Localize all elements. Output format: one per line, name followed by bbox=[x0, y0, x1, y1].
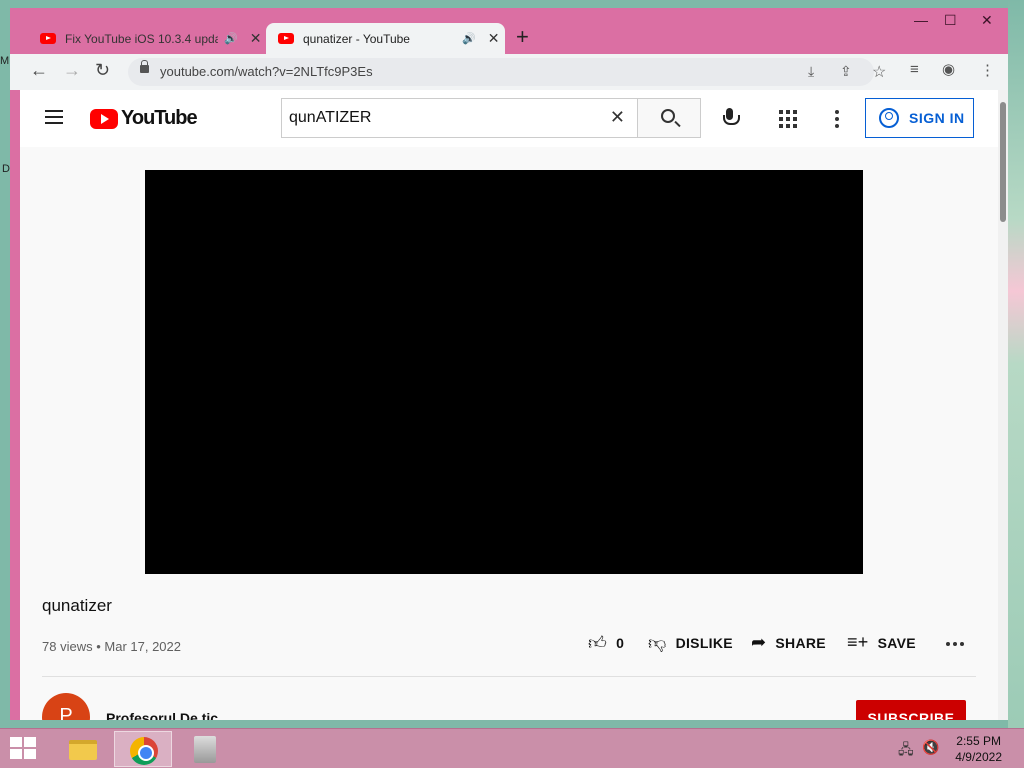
reload-icon[interactable]: ↻ bbox=[95, 60, 110, 81]
upload-date: Mar 17, 2022 bbox=[104, 639, 181, 654]
thumbs-down-icon: 👎︎ bbox=[648, 633, 667, 653]
close-tab-icon[interactable]: ✕ bbox=[250, 30, 262, 47]
folder-icon bbox=[69, 740, 97, 760]
video-title: qunatizer bbox=[42, 596, 112, 615]
channel-name[interactable]: Profesorul De tic bbox=[106, 710, 218, 720]
save-button[interactable]: ≡+ SAVE bbox=[847, 632, 916, 653]
speaker-icon[interactable]: 🔊 bbox=[462, 32, 476, 45]
new-tab-button[interactable]: + bbox=[516, 24, 529, 50]
like-count: 0 bbox=[616, 635, 625, 651]
youtube-play-icon bbox=[90, 108, 118, 129]
video-meta: 78 views • Mar 17, 2022 bbox=[42, 639, 181, 654]
apps-grid-icon[interactable] bbox=[779, 110, 797, 128]
chrome-taskbar-button[interactable] bbox=[114, 731, 172, 767]
forward-icon[interactable]: → bbox=[63, 60, 81, 81]
tab-title: Fix YouTube iOS 10.3.4 updat bbox=[65, 31, 218, 46]
volume-muted-icon[interactable]: 🔇 bbox=[922, 739, 939, 756]
lock-icon[interactable] bbox=[140, 60, 149, 73]
youtube-page: YouTube qunATIZER ✕ SIGN IN qunatizer 78… bbox=[20, 90, 998, 720]
thumbs-up-icon: 👍︎ bbox=[588, 633, 608, 653]
page-scrollbar[interactable] bbox=[998, 90, 1008, 720]
share-button[interactable]: ➦ SHARE bbox=[751, 632, 826, 653]
more-actions-icon[interactable] bbox=[946, 642, 964, 646]
clock-time: 2:55 PM bbox=[956, 734, 1001, 748]
meta-separator: • bbox=[96, 639, 101, 654]
sign-in-label: SIGN IN bbox=[909, 110, 965, 126]
tab-fix-youtube[interactable]: Fix YouTube iOS 10.3.4 updat 🔊 ✕ bbox=[28, 23, 264, 54]
profile-icon[interactable]: ◉ bbox=[942, 60, 955, 78]
youtube-logo[interactable]: YouTube bbox=[90, 107, 198, 130]
playlist-add-icon: ≡+ bbox=[847, 632, 869, 652]
setup-taskbar-button[interactable] bbox=[176, 731, 234, 767]
installer-icon bbox=[194, 736, 216, 763]
dislike-label: DISLIKE bbox=[675, 635, 733, 651]
search-icon bbox=[661, 109, 675, 123]
hamburger-menu-icon[interactable] bbox=[45, 110, 63, 124]
close-window-button[interactable]: ✕ bbox=[981, 12, 993, 29]
youtube-masthead: YouTube qunATIZER ✕ SIGN IN bbox=[20, 90, 998, 147]
youtube-logo-text: YouTube bbox=[121, 107, 198, 129]
video-player[interactable] bbox=[145, 170, 863, 574]
youtube-favicon-icon bbox=[40, 33, 56, 44]
taskbar: 🖧 🔇 2:55 PM 4/9/2022 bbox=[0, 728, 1024, 768]
system-clock[interactable]: 2:55 PM 4/9/2022 bbox=[955, 733, 1002, 765]
settings-kebab-icon[interactable] bbox=[835, 110, 839, 131]
desktop-icon-fragment: M bbox=[0, 55, 10, 67]
tab-qunatizer[interactable]: qunatizer - YouTube 🔊 ✕ bbox=[266, 23, 505, 54]
file-explorer-taskbar-button[interactable] bbox=[52, 731, 110, 767]
windows-start-icon[interactable] bbox=[10, 737, 38, 761]
youtube-favicon-icon bbox=[278, 33, 294, 44]
share-label: SHARE bbox=[775, 634, 826, 651]
install-app-icon[interactable]: ⤓ bbox=[808, 63, 814, 80]
account-icon bbox=[879, 108, 899, 128]
browser-menu-icon[interactable]: ⋮ bbox=[980, 61, 995, 79]
view-count: 78 views bbox=[42, 639, 93, 654]
browser-toolbar: ← → ↻ youtube.com/watch?v=2NLTfc9P3Es ⤓ … bbox=[10, 54, 1008, 90]
dislike-button[interactable]: 👎︎ DISLIKE bbox=[648, 632, 733, 654]
clock-date: 4/9/2022 bbox=[955, 750, 1002, 764]
search-query[interactable]: qunATIZER bbox=[289, 109, 371, 127]
divider bbox=[42, 676, 976, 677]
clear-search-icon[interactable]: ✕ bbox=[610, 107, 625, 128]
chrome-icon bbox=[130, 737, 158, 765]
speaker-icon[interactable]: 🔊 bbox=[224, 32, 238, 45]
search-button[interactable] bbox=[637, 98, 701, 138]
url-text[interactable]: youtube.com/watch?v=2NLTfc9P3Es bbox=[160, 64, 373, 79]
scrollbar-thumb[interactable] bbox=[1000, 102, 1006, 222]
save-label: SAVE bbox=[877, 634, 916, 651]
maximize-button[interactable]: ☐ bbox=[944, 12, 957, 29]
bookmark-star-icon[interactable]: ☆ bbox=[872, 62, 886, 82]
like-button[interactable]: 👍︎ 0 bbox=[588, 632, 624, 654]
subscribe-button[interactable]: SUBSCRIBE bbox=[856, 700, 966, 720]
search-input[interactable]: qunATIZER ✕ bbox=[281, 98, 638, 138]
sign-in-button[interactable]: SIGN IN bbox=[865, 98, 974, 138]
browser-window: Fix YouTube iOS 10.3.4 updat 🔊 ✕ qunatiz… bbox=[10, 8, 1008, 720]
network-icon[interactable]: 🖧 bbox=[898, 739, 914, 763]
minimize-button[interactable]: — bbox=[914, 12, 928, 28]
share-page-icon[interactable]: ⇪ bbox=[840, 63, 852, 80]
close-tab-icon[interactable]: ✕ bbox=[488, 30, 500, 47]
tab-strip: Fix YouTube iOS 10.3.4 updat 🔊 ✕ qunatiz… bbox=[10, 8, 1008, 54]
share-arrow-icon: ➦ bbox=[751, 632, 767, 652]
desktop-icon-fragment: D bbox=[2, 163, 10, 175]
tab-title: qunatizer - YouTube bbox=[303, 31, 410, 46]
back-icon[interactable]: ← bbox=[30, 60, 48, 81]
desktop-background bbox=[1008, 0, 1024, 728]
reading-list-icon[interactable]: ≡ bbox=[910, 61, 919, 78]
voice-search-icon[interactable] bbox=[723, 108, 740, 130]
address-bar[interactable]: youtube.com/watch?v=2NLTfc9P3Es ⤓ ⇪ ☆ bbox=[128, 58, 886, 86]
channel-avatar[interactable]: P bbox=[42, 693, 90, 720]
